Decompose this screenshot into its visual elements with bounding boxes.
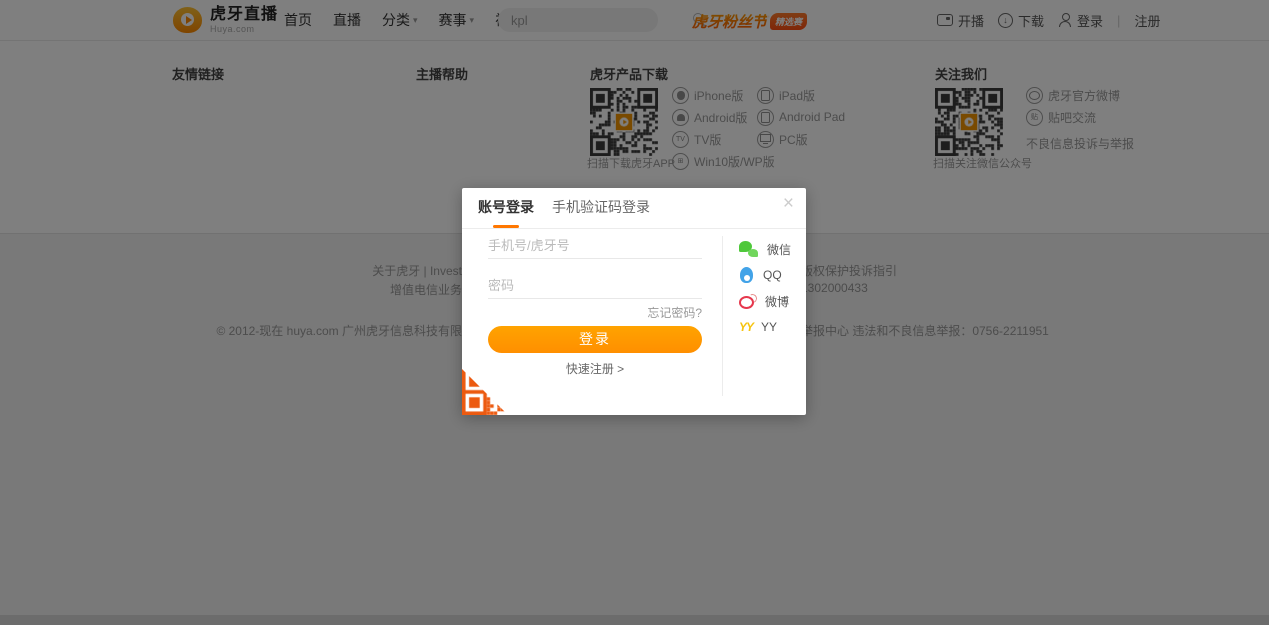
social-login-list: 微信 QQ 微博 YY YY: [739, 236, 791, 340]
social-login-item[interactable]: YY YY: [739, 314, 791, 340]
password-input[interactable]: [488, 272, 702, 298]
weibo-red-icon: [739, 294, 757, 309]
social-login-item[interactable]: QQ: [739, 262, 791, 288]
login-tab[interactable]: 账号登录: [478, 197, 534, 228]
login-tab[interactable]: 手机验证码登录: [552, 197, 650, 228]
phone-input[interactable]: [488, 232, 702, 258]
social-login-item[interactable]: 微信: [739, 236, 791, 262]
qq-icon: [739, 267, 755, 284]
wechat-icon: [739, 241, 759, 258]
password-field-wrap: [488, 272, 702, 299]
login-submit-button[interactable]: 登录: [488, 326, 702, 353]
yy-icon: YY: [739, 320, 753, 334]
forgot-password-link[interactable]: 忘记密码?: [488, 304, 702, 321]
login-modal: 账号登录 手机验证码登录 × 忘记密码? 登录 快速注册 > 微信 QQ 微博 …: [462, 188, 806, 415]
modal-divider: [722, 236, 723, 396]
close-icon[interactable]: ×: [783, 194, 794, 213]
phone-field-wrap: [488, 232, 702, 259]
quick-register-link[interactable]: 快速注册 >: [488, 360, 702, 377]
social-login-item[interactable]: 微博: [739, 288, 791, 314]
login-tabs: 账号登录 手机验证码登录: [462, 188, 806, 229]
